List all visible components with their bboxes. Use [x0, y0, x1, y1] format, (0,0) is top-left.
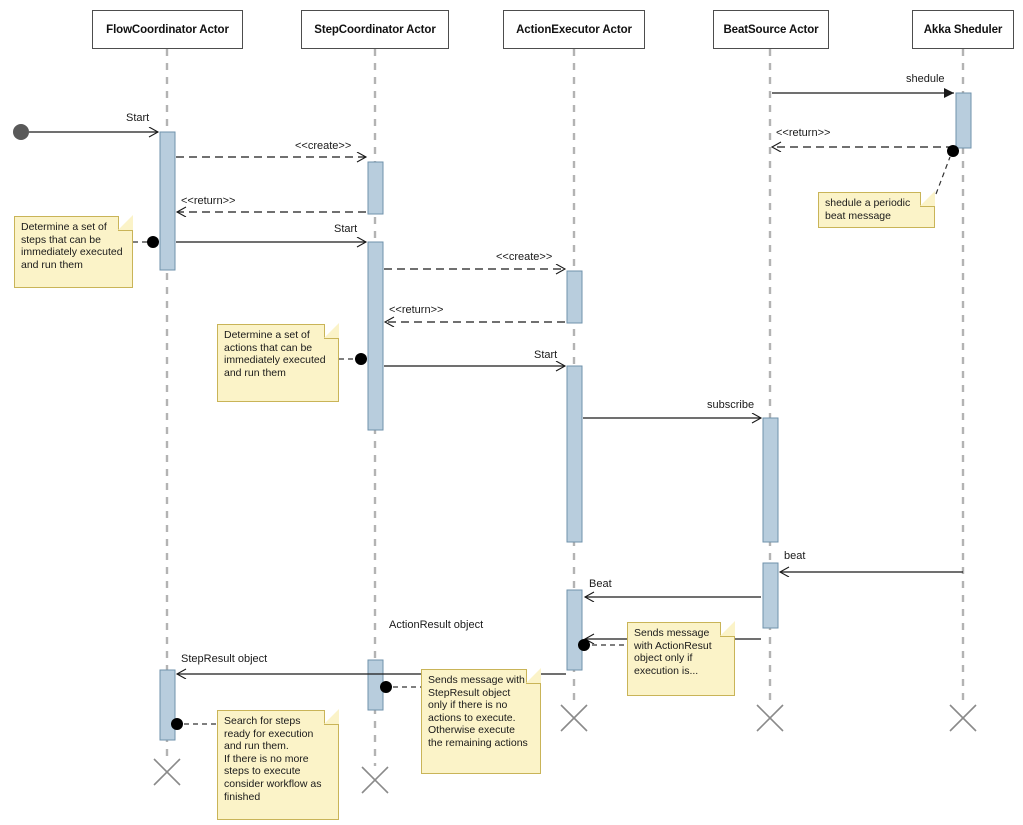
activation-bar-action-act-2[interactable]	[566, 365, 583, 543]
note-text: Sends message with ActionResut object on…	[634, 627, 712, 677]
sequence-diagram: FlowCoordinator Actor StepCoordinator Act…	[0, 0, 1023, 825]
message-label-m-flow-step-start: Start	[334, 223, 358, 235]
lifeline-header-step[interactable]: StepCoordinator Actor	[301, 10, 449, 49]
lifeline-header-label: Akka Sheduler	[923, 23, 1003, 36]
note-text: shedule a periodic beat message	[825, 197, 911, 222]
message-label-m-beat: beat	[784, 550, 806, 562]
lifeline-header-action[interactable]: ActionExecutor Actor	[503, 10, 645, 49]
note-fold-corner-icon	[920, 191, 935, 207]
message-label-m-schedule: shedule	[906, 73, 945, 85]
note-fold-corner-icon	[324, 709, 339, 725]
activation-bar-beat-act-1[interactable]	[762, 417, 779, 543]
activation-bars	[159, 92, 972, 741]
message-label-m-stepresult: StepResult object	[181, 653, 268, 665]
message-label-m-Beat: Beat	[589, 578, 612, 590]
lifeline-header-label: BeatSource Actor	[723, 23, 819, 36]
note-anchor-dot-note-flow-search	[171, 718, 183, 730]
start-node-marker	[13, 124, 29, 140]
activation-bar-step-act-1[interactable]	[367, 161, 384, 215]
note-connector-note-akka-periodic	[935, 156, 951, 195]
activation-bar-flow-act-2[interactable]	[159, 669, 176, 741]
note-fold-corner-icon	[118, 215, 133, 231]
activation-bar-flow-act-1[interactable]	[159, 131, 176, 271]
activation-bar-action-act-1[interactable]	[566, 270, 583, 324]
note-step-actions[interactable]: Determine a set of actions that can be i…	[217, 323, 339, 402]
lifeline-header-label: ActionExecutor Actor	[516, 23, 632, 36]
message-label-m-step-action-start: Start	[534, 349, 558, 361]
activation-bar-action-act-3[interactable]	[566, 589, 583, 671]
note-action-result[interactable]: Sends message with ActionResut object on…	[627, 621, 735, 696]
note-anchor-dot-note-step-result	[380, 681, 392, 693]
note-text: Sends message with StepResult object onl…	[428, 674, 528, 749]
note-anchor-dot-note-action-result	[578, 639, 590, 651]
note-flow-search[interactable]: Search for steps ready for execution and…	[217, 709, 339, 820]
note-anchor-dot-note-akka-periodic	[947, 145, 959, 157]
note-step-result[interactable]: Sends message with StepResult object onl…	[421, 668, 541, 774]
activation-bar-beat-act-2[interactable]	[762, 562, 779, 629]
message-label-m-subscribe: subscribe	[707, 399, 755, 411]
note-anchor-dot-note-step-actions	[355, 353, 367, 365]
message-label-m-actionresult: ActionResult object	[389, 619, 484, 631]
message-label-m-action-return: <<return>>	[389, 304, 444, 316]
note-text: Determine a set of actions that can be i…	[224, 329, 326, 379]
note-connectors	[133, 145, 959, 730]
message-label-m-akka-return: <<return>>	[776, 127, 831, 139]
message-label-m-start-flow: Start	[126, 112, 150, 124]
lifeline-header-beat[interactable]: BeatSource Actor	[713, 10, 829, 49]
start-node	[13, 124, 29, 140]
note-fold-corner-icon	[720, 621, 735, 637]
note-fold-corner-icon	[526, 668, 541, 684]
message-label-m-step-return: <<return>>	[181, 195, 236, 207]
note-text: Determine a set of steps that can be imm…	[21, 221, 123, 271]
message-label-m-create-action: <<create>>	[496, 251, 553, 263]
note-text: Search for steps ready for execution and…	[224, 715, 322, 803]
activation-bar-step-act-2[interactable]	[367, 241, 384, 431]
lifeline-header-label: StepCoordinator Actor	[314, 23, 436, 36]
note-akka-periodic[interactable]: shedule a periodic beat message	[818, 191, 935, 228]
lifeline-header-flow[interactable]: FlowCoordinator Actor	[92, 10, 243, 49]
note-flow-steps[interactable]: Determine a set of steps that can be imm…	[14, 215, 133, 288]
lifeline-header-akka[interactable]: Akka Sheduler	[912, 10, 1014, 49]
lifeline-header-label: FlowCoordinator Actor	[106, 23, 229, 36]
activation-bar-akka-act-1[interactable]	[955, 92, 972, 149]
note-fold-corner-icon	[324, 323, 339, 339]
message-label-m-create-step: <<create>>	[295, 140, 352, 152]
note-anchor-dot-note-flow-steps	[147, 236, 159, 248]
